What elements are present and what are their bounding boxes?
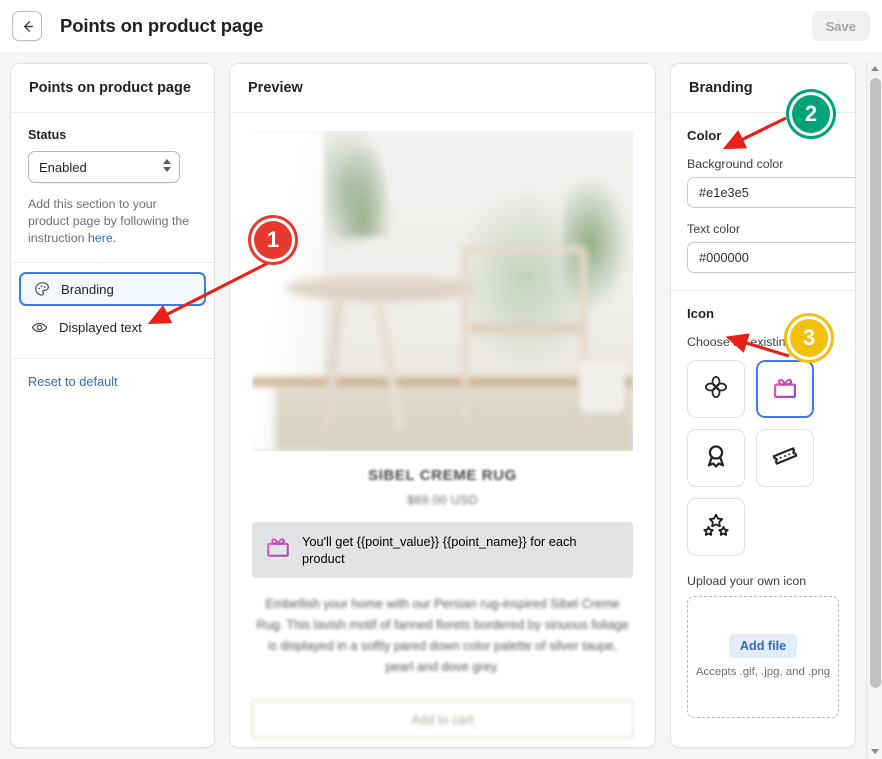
color-section: Color Background color Text color [671,113,855,290]
icon-option-stars[interactable] [687,498,745,556]
add-file-button[interactable]: Add file [728,634,798,658]
text-color-row [687,242,855,273]
background-color-input[interactable] [687,177,855,208]
icon-option-ticket[interactable] [756,429,814,487]
page-scrollbar[interactable] [866,60,882,759]
help-text-after: . [112,231,117,245]
preview-panel: Preview SIBEL CREME RUG $69.00 USD You'l… [229,63,656,748]
app-root: Points on product page Save Points on pr… [0,0,882,759]
branding-panel: Branding Color Background color Text col… [670,63,856,748]
arrow-left-icon [20,19,35,34]
points-banner: You'll get {{point_value}} {{point_name}… [252,522,633,578]
annotation-marker-2: 2 [789,92,833,136]
sidebar-item-displayed-text[interactable]: Displayed text [19,311,206,343]
upload-icon-label: Upload your own icon [687,574,807,588]
background-color-label: Background color [687,157,784,171]
icon-section: Icon Choose an existing icon Upload your… [671,291,855,733]
product-title: SIBEL CREME RUG [368,467,517,484]
preview-panel-header: Preview [230,64,655,113]
product-description: Embellish your home with our Persian rug… [256,597,629,674]
text-color-input[interactable] [687,242,855,273]
stars-icon [702,511,730,544]
reset-section: Reset to default [11,359,214,405]
settings-nav: Branding Displayed text [11,263,214,358]
gift-icon [265,533,291,564]
product-price: $69.00 USD [407,493,478,507]
scrollbar-down-button[interactable] [867,743,882,759]
preview-body: SIBEL CREME RUG $69.00 USD You'll get {{… [230,113,655,747]
status-section: Status Enabled Add this section to your … [11,113,214,262]
settings-panel: Points on product page Status Enabled Ad… [10,63,215,748]
scrollbar-thumb[interactable] [870,78,881,688]
scrollbar-up-button[interactable] [867,60,882,76]
reset-to-default-link[interactable]: Reset to default [28,374,118,389]
background-color-row [687,177,855,208]
eye-icon [31,319,48,336]
content-area: Points on product page Status Enabled Ad… [0,52,882,759]
award-medal-icon [702,442,730,475]
icon-option-award-medal[interactable] [687,429,745,487]
points-banner-text: You'll get {{point_value}} {{point_name}… [302,534,577,566]
status-select-wrapper: Enabled [28,151,180,183]
save-button[interactable]: Save [811,11,870,41]
page-title: Points on product page [60,15,264,36]
add-to-cart-button[interactable]: Add to cart [252,700,633,738]
status-select[interactable]: Enabled [28,151,180,183]
annotation-marker-1: 1 [251,218,295,262]
top-bar: Points on product page Save [0,0,882,52]
sidebar-item-branding-label: Branding [61,281,114,297]
status-label: Status [28,128,67,142]
sidebar-item-displayed-text-label: Displayed text [59,319,142,335]
annotation-marker-3: 3 [787,316,831,360]
accepted-formats-text: Accepts .gif, .jpg, and .png [695,666,831,678]
palette-icon [33,281,50,298]
instruction-link[interactable]: here [88,231,113,245]
flower-icon [702,373,730,406]
ticket-icon [771,442,799,475]
status-help-text: Add this section to your product page by… [28,196,196,247]
icon-grid [687,360,839,556]
gift-icon [771,373,799,406]
icon-option-gift[interactable] [756,360,814,418]
icon-option-flower[interactable] [687,360,745,418]
text-color-label: Text color [687,222,741,236]
sidebar-item-branding[interactable]: Branding [19,272,206,306]
back-button[interactable] [12,11,42,41]
icon-dropzone[interactable]: Add file Accepts .gif, .jpg, and .png [687,596,839,718]
settings-panel-header: Points on product page [11,64,214,113]
product-image [252,131,633,451]
